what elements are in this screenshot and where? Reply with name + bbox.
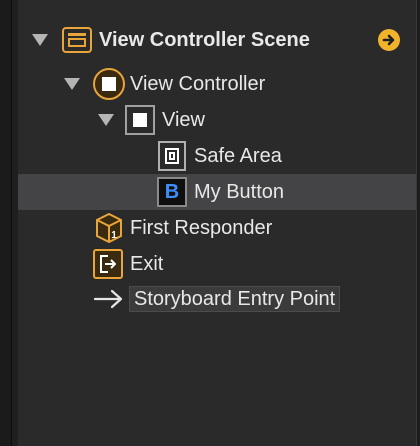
outline-row-label: Exit [130,253,164,275]
safe-area-icon [158,141,186,171]
exit-icon [93,249,123,279]
outline-row-view[interactable]: View [18,102,416,138]
outline-row-label: First Responder [130,217,273,239]
outline-row-label: My Button [194,181,285,203]
arrow-circle-right-icon[interactable] [378,29,400,51]
left-pane-edge [0,0,12,446]
scene-icon [62,27,92,53]
first-responder-icon: 1 [95,212,123,244]
outline-row-my-button[interactable]: B My Button [18,174,416,210]
outline-row-label: View Controller [130,73,266,95]
view-icon [125,105,155,135]
disclosure-triangle-expanded-icon[interactable] [64,78,80,90]
outline-row-label: View [162,109,205,131]
disclosure-triangle-expanded-icon[interactable] [98,114,114,126]
disclosure-triangle-expanded-icon[interactable] [32,34,48,46]
outline-row-label: View Controller Scene [99,29,310,51]
outline-row-label: Safe Area [194,145,282,167]
svg-text:1: 1 [111,230,117,241]
outline-row-scene[interactable]: View Controller Scene [18,22,416,58]
outline-row-label: Storyboard Entry Point [129,286,341,312]
arrow-right-icon [92,287,126,311]
button-icon: B [157,177,187,207]
outline-row-view-controller[interactable]: View Controller [18,66,416,102]
right-pane-edge [416,0,420,446]
outline-row-exit[interactable]: Exit [18,246,416,282]
view-controller-icon [93,68,125,100]
outline-row-safe-area[interactable]: Safe Area [18,138,416,174]
outline-row-first-responder[interactable]: 1 First Responder [18,210,416,246]
outline-row-entry-point[interactable]: Storyboard Entry Point [18,282,416,318]
